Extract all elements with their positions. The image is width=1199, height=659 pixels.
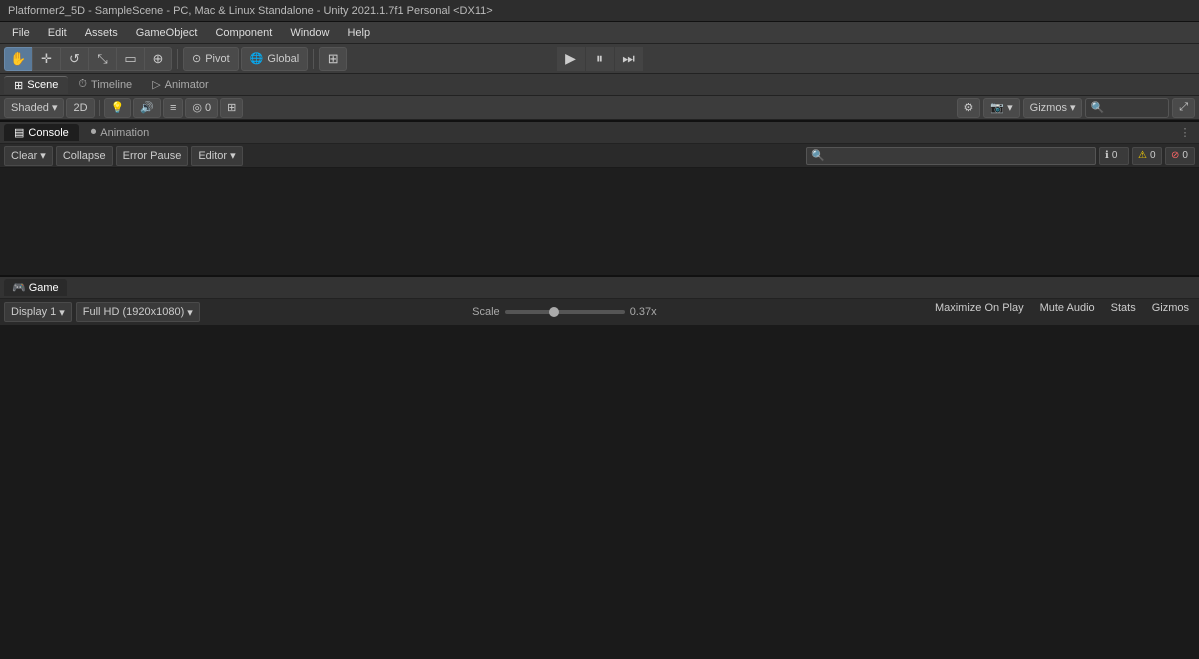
timeline-icon: ⏱ <box>78 78 87 91</box>
console-tab-right: ⋮ <box>1175 123 1195 143</box>
editor-dropdown[interactable]: Editor ▾ <box>191 146 242 166</box>
animator-icon: ▷ <box>152 78 160 91</box>
main-toolbar: ✋ ✛ ↺ ⤡ ▭ ⊕ ⊙ Pivot 🌐 Global ⊞ ▶ ⏸ ⏭ <box>0 44 1199 74</box>
stats-button[interactable]: Stats <box>1105 302 1142 322</box>
pivot-button[interactable]: ⊙ Pivot <box>183 47 239 71</box>
search-input[interactable] <box>1104 102 1164 114</box>
global-icon: 🌐 <box>250 52 264 65</box>
console-icon: ▤ <box>14 126 24 139</box>
console-content <box>0 168 1199 275</box>
scene-settings-btn[interactable]: ⚙ <box>957 98 981 118</box>
menu-edit[interactable]: Edit <box>40 25 75 41</box>
lighting-toggle[interactable]: 💡 <box>104 98 132 118</box>
audio-toggle[interactable]: 🔊 <box>133 98 161 118</box>
transform-tools: ✋ ✛ ↺ ⤡ ▭ ⊕ <box>4 47 172 71</box>
maximize-on-play-button[interactable]: Maximize On Play <box>929 302 1030 322</box>
console-search-input[interactable] <box>828 150 1091 162</box>
warning-icon: ⚠ <box>1138 150 1147 161</box>
menu-component[interactable]: Component <box>207 25 280 41</box>
tab-timeline[interactable]: ⏱ Timeline <box>68 76 142 93</box>
pivot-icon: ⊙ <box>192 52 201 65</box>
gizmos-chevron: ▾ <box>1070 101 1076 114</box>
scale-slider-thumb[interactable] <box>549 307 559 317</box>
window-title: Platformer2_5D - SampleScene - PC, Mac &… <box>8 5 493 17</box>
display-chevron: ▾ <box>59 306 65 319</box>
tool-rotate[interactable]: ↺ <box>60 47 88 71</box>
search-icon: 🔍 <box>1090 101 1104 114</box>
game-toolbar-right: Maximize On Play Mute Audio Stats Gizmos <box>929 302 1195 322</box>
play-controls: ▶ ⏸ ⏭ <box>557 47 643 71</box>
tool-move[interactable]: ✛ <box>32 47 60 71</box>
gizmos-game-button[interactable]: Gizmos <box>1146 302 1195 322</box>
collapse-button[interactable]: Collapse <box>56 146 113 166</box>
console-search-box[interactable]: 🔍 <box>806 147 1096 165</box>
scale-control: Scale 0.37x <box>472 306 656 318</box>
scene-toolbar: Shaded ▾ 2D 💡 🔊 ≡ ◎ 0 ⊞ ⚙ 📷 ▾ Gizmos ▾ 🔍… <box>0 96 1199 120</box>
tool-scale[interactable]: ⤡ <box>88 47 116 71</box>
mute-audio-button[interactable]: Mute Audio <box>1034 302 1101 322</box>
scale-value: 0.37x <box>630 306 657 318</box>
step-button[interactable]: ⏭ <box>615 47 643 71</box>
clear-button[interactable]: Clear ▾ <box>4 146 53 166</box>
custom-btn[interactable]: ⊞ <box>319 47 347 71</box>
tab-animator[interactable]: ▷ Animator <box>142 76 219 93</box>
log-icon: ℹ <box>1105 150 1109 161</box>
gizmos-button[interactable]: Gizmos ▾ <box>1023 98 1083 118</box>
scene-tab-bar: ⊞ Scene ⏱ Timeline ▷ Animator <box>0 74 1199 96</box>
chevron-down-icon: ▾ <box>52 101 58 114</box>
tab-console[interactable]: ▤ Console <box>4 124 79 141</box>
menu-window[interactable]: Window <box>282 25 337 41</box>
display-dropdown[interactable]: Display 1 ▾ <box>4 302 72 322</box>
sep-1 <box>177 49 178 69</box>
game-area: 🎮 Game Display 1 ▾ Full HD (1920x1080) ▾… <box>0 275 1199 325</box>
menu-bar: File Edit Assets GameObject Component Wi… <box>0 22 1199 44</box>
editor-chevron: ▾ <box>230 149 236 162</box>
console-area: ▤ Console ⏺ Animation ⋮ Clear ▾ Collapse… <box>0 120 1199 275</box>
menu-help[interactable]: Help <box>339 25 378 41</box>
maximize-btn[interactable]: ⤢ <box>1172 98 1195 118</box>
error-badge: ⊘ 0 <box>1165 147 1195 165</box>
sep-scene-1 <box>99 100 100 116</box>
tool-rect[interactable]: ▭ <box>116 47 144 71</box>
animation-icon: ⏺ <box>91 126 97 139</box>
tab-game[interactable]: 🎮 Game <box>4 279 67 296</box>
title-bar: Platformer2_5D - SampleScene - PC, Mac &… <box>0 0 1199 22</box>
console-tab-bar: ▤ Console ⏺ Animation ⋮ <box>0 122 1199 144</box>
menu-file[interactable]: File <box>4 25 38 41</box>
hidden-toggle[interactable]: ◎ 0 <box>185 98 218 118</box>
pause-button[interactable]: ⏸ <box>586 47 614 71</box>
game-tab-bar: 🎮 Game <box>0 277 1199 299</box>
tab-scene[interactable]: ⊞ Scene <box>4 76 68 94</box>
global-button[interactable]: 🌐 Global <box>241 47 309 71</box>
log-badge: ℹ 0 <box>1099 147 1129 165</box>
mode-2d-button[interactable]: 2D <box>66 98 94 118</box>
scale-label: Scale <box>472 306 500 318</box>
game-icon: 🎮 <box>12 281 26 294</box>
resolution-dropdown[interactable]: Full HD (1920x1080) ▾ <box>76 302 200 322</box>
scene-icon: ⊞ <box>14 79 23 92</box>
sep-2 <box>313 49 314 69</box>
error-pause-button[interactable]: Error Pause <box>116 146 189 166</box>
scale-slider-track[interactable] <box>505 310 625 314</box>
error-icon: ⊘ <box>1171 150 1179 161</box>
resolution-chevron: ▾ <box>187 306 193 319</box>
tool-hand[interactable]: ✋ <box>4 47 32 71</box>
console-toolbar: Clear ▾ Collapse Error Pause Editor ▾ 🔍 … <box>0 144 1199 168</box>
tool-combined[interactable]: ⊕ <box>144 47 172 71</box>
search-box[interactable]: 🔍 <box>1085 98 1169 118</box>
camera-dropdown[interactable]: 📷 ▾ <box>983 98 1019 118</box>
search-icon: 🔍 <box>811 149 825 162</box>
fx-toggle[interactable]: ≡ <box>163 98 183 118</box>
play-button[interactable]: ▶ <box>557 47 585 71</box>
clear-chevron: ▾ <box>40 149 46 162</box>
game-toolbar: Display 1 ▾ Full HD (1920x1080) ▾ Scale … <box>0 299 1199 325</box>
tab-animation[interactable]: ⏺ Animation <box>81 124 159 141</box>
menu-assets[interactable]: Assets <box>77 25 126 41</box>
shading-dropdown[interactable]: Shaded ▾ <box>4 98 64 118</box>
grid-toggle[interactable]: ⊞ <box>220 98 243 118</box>
console-overflow-menu[interactable]: ⋮ <box>1175 123 1195 143</box>
menu-gameobject[interactable]: GameObject <box>128 25 206 41</box>
warning-badge: ⚠ 0 <box>1132 147 1162 165</box>
